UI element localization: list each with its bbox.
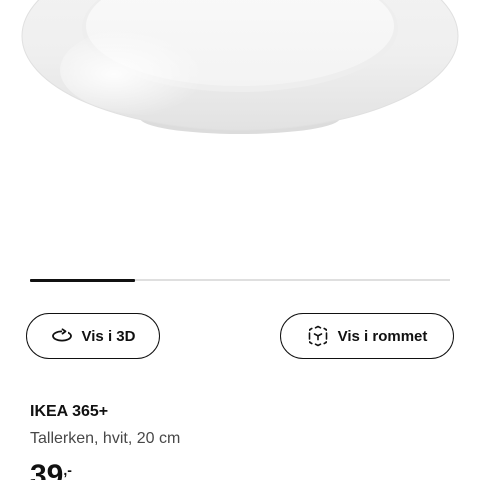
view-3d-label: Vis i 3D	[81, 327, 136, 345]
image-carousel-scrollbar[interactable]	[30, 278, 450, 282]
product-description: Tallerken, hvit, 20 cm	[30, 430, 181, 447]
ar-cube-icon	[307, 325, 329, 347]
carousel-progress-indicator[interactable]	[30, 278, 135, 282]
view-in-room-label: Vis i rommet	[337, 327, 428, 345]
view-in-room-button[interactable]: Vis i rommet	[280, 313, 454, 359]
plate-illustration	[21, 0, 459, 134]
product-page: Vis i 3D Vis i rommet IKEA 365+ Tallerke…	[0, 0, 480, 480]
product-price: 39,-	[30, 461, 72, 480]
view-3d-button[interactable]: Vis i 3D	[26, 313, 160, 359]
product-brand-name[interactable]: IKEA 365+	[30, 403, 108, 421]
price-integer: 39	[30, 459, 64, 480]
product-image[interactable]	[0, 0, 480, 150]
price-suffix: ,-	[63, 462, 72, 478]
rotate-3d-icon	[51, 325, 73, 347]
